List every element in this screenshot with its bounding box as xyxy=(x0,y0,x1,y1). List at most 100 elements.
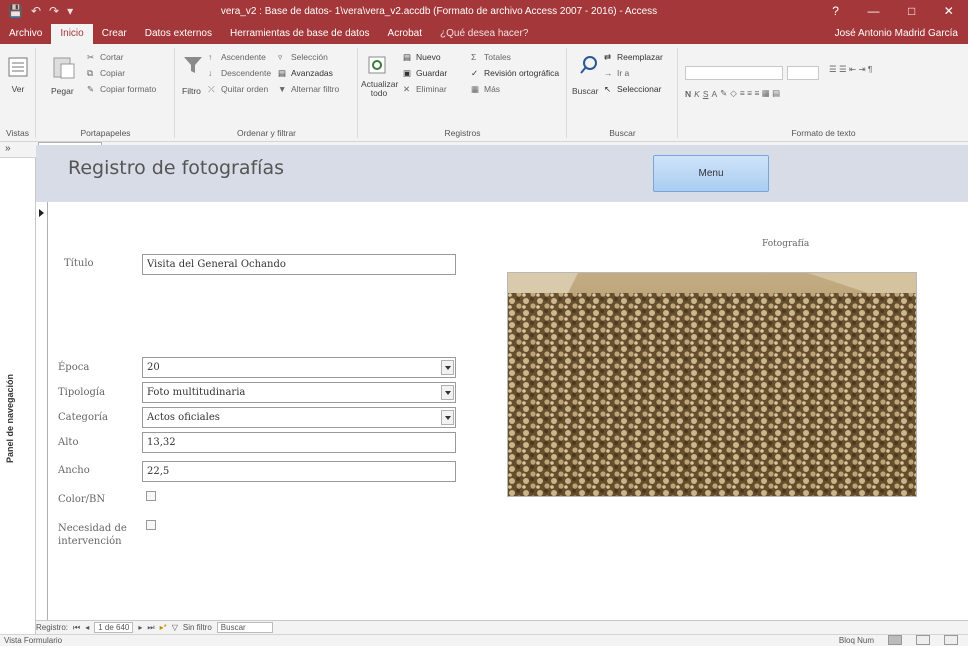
filter-button[interactable]: Filtro xyxy=(182,86,201,96)
view-status: Vista Formulario xyxy=(4,636,63,645)
customize-qat-icon[interactable]: ▾ xyxy=(67,4,73,18)
first-record-button[interactable]: ⏮ xyxy=(73,623,80,633)
record-search-input[interactable]: Buscar xyxy=(216,622,273,633)
minimize-button[interactable]: — xyxy=(867,4,879,18)
sort-ascending-button[interactable]: ↑ Ascendente xyxy=(208,52,266,62)
undo-icon[interactable]: ↶ xyxy=(31,4,41,18)
dropdown-icon[interactable] xyxy=(441,360,454,375)
group-label: Buscar xyxy=(609,128,636,138)
alto-field[interactable]: 13,32 xyxy=(142,432,456,453)
photo-image[interactable] xyxy=(507,272,917,497)
design-view-icon[interactable] xyxy=(944,635,958,645)
no-filter-button[interactable]: Sin filtro xyxy=(183,623,212,632)
search-icon[interactable] xyxy=(578,54,600,76)
record-selector[interactable] xyxy=(36,202,48,620)
goto-button[interactable]: → Ir a xyxy=(604,68,629,78)
dropdown-icon[interactable] xyxy=(441,410,454,425)
sort-asc-icon: ↑ xyxy=(208,52,213,62)
new-record-nav-button[interactable]: ▸* xyxy=(160,623,167,632)
italic-button[interactable]: K xyxy=(694,89,700,99)
refresh-icon[interactable] xyxy=(367,54,389,76)
tab-crear[interactable]: Crear xyxy=(93,24,136,44)
tab-inicio[interactable]: Inicio xyxy=(51,24,93,44)
text-format-buttons[interactable]: N K S A ✎ ◇ ≡ ≡ ≡ ▦ ▤ xyxy=(685,88,780,99)
spelling-button[interactable]: ✓ Revisión ortográfica xyxy=(471,68,559,78)
clear-sort-icon: ⤫ xyxy=(208,84,215,94)
menu-button[interactable]: Menu xyxy=(653,155,769,192)
totals-button[interactable]: Σ Totales xyxy=(471,52,511,62)
titulo-label: Título xyxy=(64,258,94,269)
list-buttons[interactable]: ☰ ☰ ⇤ ⇥ ¶ xyxy=(829,64,873,75)
group-portapapeles: Pegar ✂ Cortar ⧉ Copiar ✎ Copiar formato Po… xyxy=(37,48,175,138)
dropdown-icon[interactable] xyxy=(441,385,454,400)
scissors-icon: ✂ xyxy=(87,52,95,62)
titulo-field[interactable]: Visita del General Ochando xyxy=(142,254,456,275)
more-button[interactable]: ▦ Más xyxy=(471,84,500,94)
categoria-combo[interactable]: Actos oficiales xyxy=(142,407,456,428)
user-name[interactable]: José Antonio Madrid García xyxy=(835,24,968,44)
tipologia-combo[interactable]: Foto multitudinaria xyxy=(142,382,456,403)
cut-button[interactable]: ✂ Cortar xyxy=(87,52,124,62)
highlight-icon[interactable]: ✎ xyxy=(720,88,727,99)
format-painter-button[interactable]: ✎ Copiar formato xyxy=(87,84,156,94)
delete-record-button[interactable]: ✕ Eliminar xyxy=(403,84,447,94)
goto-icon: → xyxy=(604,68,613,78)
underline-button[interactable]: S xyxy=(703,89,709,99)
previous-record-button[interactable]: ◂ xyxy=(85,623,89,632)
select-button[interactable]: ↖ Seleccionar xyxy=(604,84,661,94)
layout-view-icon[interactable] xyxy=(916,635,930,645)
paste-button[interactable]: Pegar xyxy=(51,86,74,96)
color-bn-checkbox[interactable] xyxy=(146,491,156,501)
sort-descending-button[interactable]: ↓ Descendente xyxy=(208,68,271,78)
font-size-combo[interactable] xyxy=(787,66,819,80)
close-window-button[interactable]: ✕ xyxy=(944,4,954,18)
help-button[interactable]: ? xyxy=(832,4,839,18)
selection-icon: ▿ xyxy=(278,52,283,62)
tab-archivo[interactable]: Archivo xyxy=(0,24,51,44)
replace-button[interactable]: ⇄ Reemplazar xyxy=(604,52,663,62)
fill-icon[interactable]: ◇ xyxy=(730,88,737,99)
nav-pane-toggle[interactable]: » xyxy=(5,143,11,154)
view-icon[interactable] xyxy=(7,56,29,78)
align-icons[interactable]: ≡ ≡ ≡ ▦ ▤ xyxy=(740,88,780,99)
alto-label: Alto xyxy=(58,437,79,448)
bold-button[interactable]: N xyxy=(685,89,691,99)
toggle-filter-button[interactable]: ▼ Alternar filtro xyxy=(278,84,339,94)
record-counter[interactable]: 1 de 640 xyxy=(94,622,134,633)
group-label: Registros xyxy=(444,128,481,138)
delete-icon: ✕ xyxy=(403,84,411,94)
last-record-button[interactable]: ⏭ xyxy=(147,623,154,633)
navigation-pane[interactable]: Panel de navegación xyxy=(0,158,36,636)
form-view-icon[interactable] xyxy=(888,635,902,645)
tab-datos-externos[interactable]: Datos externos xyxy=(136,24,221,44)
selection-button[interactable]: ▿ Selección xyxy=(278,52,328,62)
save-record-button[interactable]: ▣ Guardar xyxy=(403,68,447,78)
filter-icon[interactable] xyxy=(182,54,204,76)
clear-sort-button[interactable]: ⤫ Quitar orden xyxy=(208,84,268,94)
necesidad-checkbox[interactable] xyxy=(146,520,156,530)
paste-icon[interactable] xyxy=(51,54,77,80)
maximize-button[interactable]: □ xyxy=(908,4,915,18)
ancho-field[interactable]: 22,5 xyxy=(142,461,456,482)
font-color-button[interactable]: A xyxy=(711,89,717,99)
redo-icon[interactable]: ↷ xyxy=(49,4,59,18)
advanced-filter-button[interactable]: ▤ Avanzadas xyxy=(278,68,333,78)
save-icon[interactable]: 💾 xyxy=(8,4,23,18)
tab-herramientas[interactable]: Herramientas de base de datos xyxy=(221,24,379,44)
find-button[interactable]: Buscar xyxy=(572,86,598,96)
numlock-status: Bloq Num xyxy=(838,635,874,645)
refresh-all-button[interactable]: Actualizar todo xyxy=(361,80,398,98)
navigation-pane-label[interactable]: Panel de navegación xyxy=(5,333,17,463)
filter-indicator-icon: ▽ xyxy=(171,623,178,632)
epoca-combo[interactable]: 20 xyxy=(142,357,456,378)
next-record-button[interactable]: ▸ xyxy=(138,623,142,632)
view-button[interactable]: Ver xyxy=(4,84,32,94)
new-record-button[interactable]: ▤ Nuevo xyxy=(403,52,441,62)
ancho-label: Ancho xyxy=(58,465,90,476)
tell-me-search[interactable]: ¿Qué desea hacer? xyxy=(431,24,537,44)
copy-button[interactable]: ⧉ Copiar xyxy=(87,68,125,78)
brush-icon: ✎ xyxy=(87,84,95,94)
tab-acrobat[interactable]: Acrobat xyxy=(379,24,431,44)
font-name-combo[interactable] xyxy=(685,66,783,80)
crowd-photo xyxy=(508,273,916,496)
